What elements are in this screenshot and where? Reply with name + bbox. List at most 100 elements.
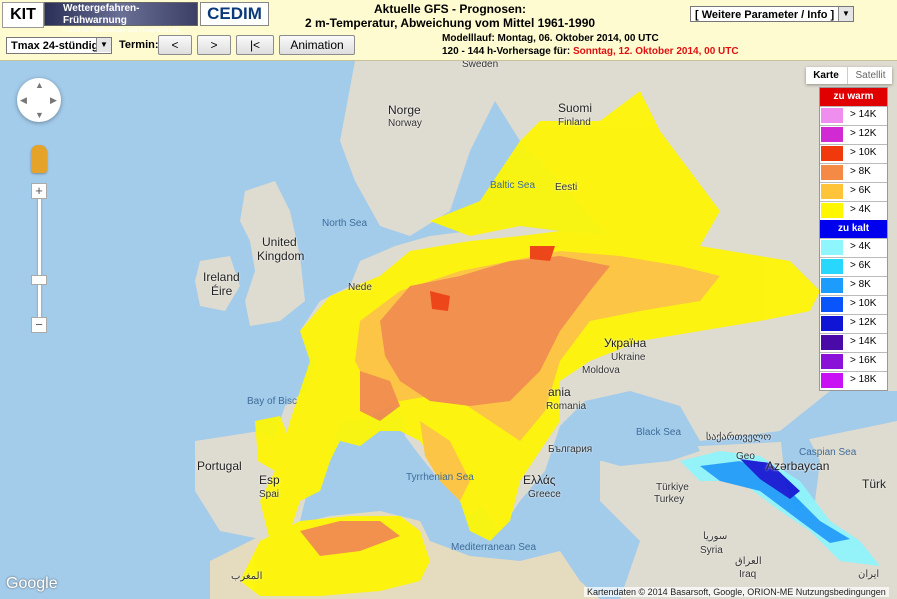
legend-warm-label: > 6K — [850, 185, 871, 196]
place-label-uk2: Kingdom — [257, 249, 305, 263]
place-label-ukraine: Ukraine — [611, 352, 646, 363]
legend-cold-swatch — [821, 259, 843, 274]
legend-warm-row: > 8K — [820, 163, 887, 181]
first-button[interactable]: |< — [236, 35, 274, 55]
kit-logo[interactable]: KIT — [2, 2, 44, 28]
map-type-karte[interactable]: Karte — [806, 67, 846, 84]
forecast-date: Sonntag, 12. Oktober 2014, 00 UTC — [572, 46, 739, 57]
warning-logo-title: Wettergefahren-Frühwarnung — [63, 3, 140, 26]
legend-cold-header: zu kalt — [820, 220, 887, 238]
place-label-romania2: Romania — [546, 401, 587, 412]
legend-cold-label: > 12K — [850, 317, 877, 328]
legend-warm-label: > 14K — [850, 109, 877, 120]
place-label-georgia: საქართველო — [706, 432, 772, 443]
zoom-slider-handle[interactable] — [31, 275, 47, 285]
pan-up-icon[interactable]: ▲ — [35, 80, 44, 90]
legend-warm-row: > 4K — [820, 201, 887, 219]
pan-left-icon[interactable]: ◀ — [20, 95, 27, 106]
place-label-finland: Finland — [558, 117, 591, 128]
warning-service-logo[interactable]: Wettergefahren-Frühwarnung Institut für … — [44, 2, 198, 34]
legend-cold-row: > 4K — [820, 238, 887, 256]
forecast-prefix: 120 - 144 h-Vorhersage für: — [442, 46, 573, 57]
place-label-espana: Esp — [259, 473, 280, 487]
map-attribution[interactable]: Kartendaten © 2014 Basarsoft, Google, OR… — [584, 587, 889, 597]
legend-cold-label: > 10K — [850, 298, 877, 309]
place-label-norway: Norway — [388, 118, 422, 129]
legend-warm-row: > 12K — [820, 125, 887, 143]
legend-cold-row: > 18K — [820, 371, 887, 389]
place-label-romania1: ania — [548, 385, 571, 399]
parameter-select[interactable]: [ Weitere Parameter / Info ] ▼ — [690, 6, 854, 22]
pan-control[interactable]: ▲ ▼ ◀ ▶ — [17, 78, 61, 122]
place-label-tyrrh: Tyrrhenian Sea — [406, 472, 474, 483]
legend-cold-swatch — [821, 335, 843, 350]
legend-warm-row: > 14K — [820, 106, 887, 124]
next-button[interactable]: > — [197, 35, 231, 55]
place-label-syria-en: Syria — [700, 545, 723, 556]
zoom-in-button[interactable]: + — [31, 183, 47, 199]
zoom-slider-track[interactable] — [38, 191, 41, 331]
place-label-eesti: Eesti — [555, 182, 578, 193]
place-label-norge: Norge — [388, 103, 421, 117]
legend-warm-swatch — [821, 165, 843, 180]
title-line-1: Aktuelle GFS - Prognosen: — [373, 2, 526, 16]
place-label-north-sea: North Sea — [322, 218, 368, 229]
legend-cold-label: > 14K — [850, 336, 877, 347]
legend-cold-swatch — [821, 297, 843, 312]
place-label-suomi: Suomi — [558, 101, 593, 115]
pan-right-icon[interactable]: ▶ — [50, 95, 57, 106]
legend-cold-row: > 10K — [820, 295, 887, 313]
place-label-med: Mediterranean Sea — [451, 542, 537, 553]
legend-cold-row: > 8K — [820, 276, 887, 294]
place-label-bulgaria: България — [548, 444, 593, 455]
legend-cold-swatch — [821, 354, 843, 369]
place-label-bay: Bay of Bisc — [247, 396, 298, 407]
street-view-pegman-icon[interactable] — [31, 145, 47, 173]
kit-logo-text: KIT — [10, 6, 36, 23]
legend-warm-row: > 6K — [820, 182, 887, 200]
legend-cold-label: > 4K — [850, 241, 871, 252]
legend-warm-label: > 8K — [850, 166, 871, 177]
model-run-info: Modelllauf: Montag, 06. Oktober 2014, 00… — [442, 33, 659, 44]
place-label-eire: Éire — [211, 284, 233, 298]
place-label-turkiye: Türkiye — [656, 482, 689, 493]
tmax-select[interactable]: Tmax 24-stündig ▼ — [6, 37, 112, 54]
legend-cold-row: > 14K — [820, 333, 887, 351]
tmax-select-value: Tmax 24-stündig — [11, 40, 99, 52]
map-type-satellit[interactable]: Satellit — [847, 67, 893, 84]
legend-cold-label: > 18K — [850, 374, 877, 385]
chevron-down-icon[interactable]: ▼ — [96, 38, 111, 52]
google-logo[interactable]: Google — [6, 575, 58, 593]
legend-cold-row: > 6K — [820, 257, 887, 275]
chevron-down-icon[interactable]: ▼ — [838, 7, 853, 21]
place-label-turk: Türk — [862, 477, 886, 491]
cedim-logo[interactable]: CEDIM — [200, 2, 269, 26]
animation-button[interactable]: Animation — [279, 35, 355, 55]
map-type-control: Karte Satellit — [806, 67, 892, 84]
forecast-info: 120 - 144 h-Vorhersage für: Sonntag, 12.… — [442, 45, 739, 58]
place-label-turkey: Turkey — [654, 494, 685, 505]
termin-label: Termin: — [119, 39, 159, 51]
place-label-iraq-en: Iraq — [739, 569, 757, 580]
place-label-geo: Geo — [736, 451, 755, 462]
legend-warm-row: > 10K — [820, 144, 887, 162]
legend-warm-header: zu warm — [820, 88, 887, 106]
legend-cold-swatch — [821, 240, 843, 255]
previous-button[interactable]: < — [158, 35, 192, 55]
cedim-logo-text: CEDIM — [207, 4, 262, 23]
map-base — [0, 61, 897, 599]
legend-cold-label: > 16K — [850, 355, 877, 366]
legend-cold-swatch — [821, 373, 843, 388]
zoom-out-button[interactable]: − — [31, 317, 47, 333]
map-canvas[interactable]: Sweden Norge Norway Suomi Finland Baltic Sea E… — [0, 61, 897, 599]
legend-cold-label: > 8K — [850, 279, 871, 290]
legend-warm-label: > 10K — [850, 147, 877, 158]
place-label-maghreb: المغرب — [231, 571, 263, 582]
title-line-2: 2 m-Temperatur, Abweichung vom Mittel 19… — [304, 16, 596, 30]
legend-cold-row: > 12K — [820, 314, 887, 332]
place-label-black-sea: Black Sea — [636, 427, 682, 438]
legend-cold-row: > 16K — [820, 352, 887, 370]
place-label-ukraina: Україна — [604, 336, 647, 350]
pan-down-icon[interactable]: ▼ — [35, 110, 44, 120]
legend-warm-swatch — [821, 146, 843, 161]
